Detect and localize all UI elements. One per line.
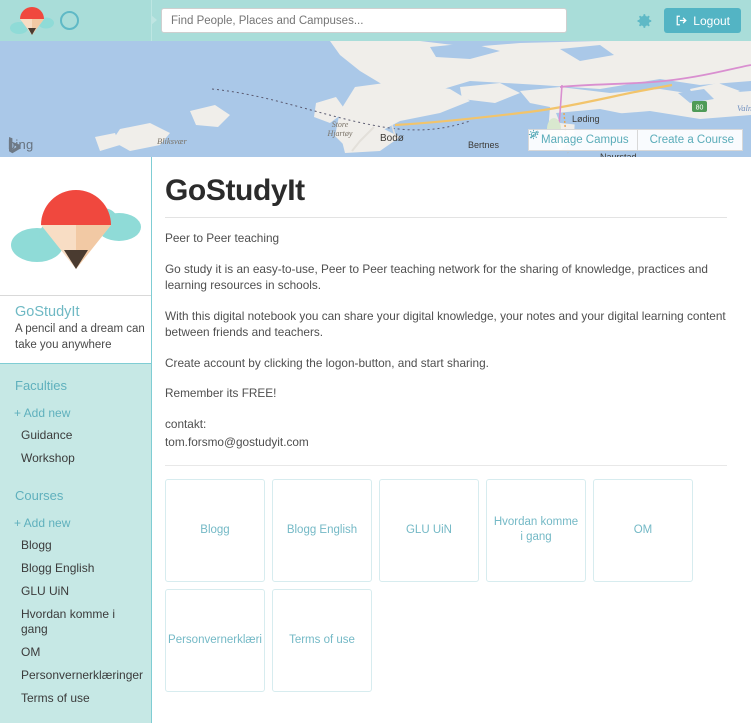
title-divider	[165, 217, 727, 218]
sign-out-icon	[675, 14, 688, 27]
brand-caret-icon	[151, 15, 157, 25]
sidebar-add-faculty[interactable]: + Add new	[0, 406, 151, 420]
manage-campus-label: Manage Campus	[541, 134, 629, 146]
sidebar-add-course[interactable]: + Add new	[0, 516, 151, 530]
contact-block: contakt: tom.forsmo@gostudyit.com	[165, 416, 727, 451]
sidebar-item-om[interactable]: OM	[0, 645, 151, 660]
subtitle-text: Peer to Peer teaching	[165, 231, 280, 245]
sidebar-tagline: A pencil and a dream can take you anywhe…	[15, 323, 145, 351]
create-course-label: Create a Course	[649, 134, 734, 146]
content-divider	[165, 464, 727, 466]
course-card-hvordan-komme-i-gang[interactable]: Hvordan komme i gang	[486, 478, 586, 582]
logout-label: Logout	[693, 13, 730, 28]
sidebar-item-hvordan-komme-i-gang[interactable]: Hvordan komme i gang	[0, 607, 151, 637]
sidebar-title: GoStudyIt	[15, 304, 80, 320]
main-content: GoStudyIt Peer to Peer teaching Go study…	[152, 157, 751, 723]
contact-email[interactable]: tom.forsmo@gostudyit.com	[165, 434, 727, 451]
intro-paragraph-1: Go study it is an easy-to-use, Peer to P…	[165, 261, 708, 293]
search-area	[152, 8, 632, 33]
course-card-grid: Blogg Blogg English GLU UiN Hvordan komm…	[165, 478, 731, 692]
sidebar-section-courses: Courses + Add new Blogg Blogg English GL…	[0, 474, 151, 706]
sidebar-section-faculties: Faculties + Add new Guidance Workshop	[0, 364, 151, 466]
page-body: GoStudyIt A pencil and a dream can take …	[0, 157, 751, 723]
course-card-personvernerklaring[interactable]: Personvernerklæri	[165, 588, 265, 692]
sidebar-item-blogg[interactable]: Blogg	[0, 538, 151, 553]
sidebar-item-guidance[interactable]: Guidance	[0, 428, 151, 443]
campus-map-banner[interactable]: 80 Bliksvær Store Hjartøy Bodø Bertnes L…	[0, 41, 751, 157]
brand-zone	[0, 0, 157, 41]
svg-text:Bodø: Bodø	[380, 133, 404, 144]
course-card-blogg[interactable]: Blogg	[165, 478, 265, 582]
svg-text:Bertnes: Bertnes	[468, 140, 500, 150]
create-course-button[interactable]: Create a Course	[528, 129, 743, 151]
intro-paragraph-2: With this digital notebook you can share…	[165, 308, 726, 340]
pencil-cloud-logo-large-icon	[10, 169, 141, 284]
sidebar-logo-box	[0, 157, 151, 296]
pencil-cloud-logo-icon[interactable]	[10, 3, 54, 39]
sidebar-item-blogg-english[interactable]: Blogg English	[0, 561, 151, 576]
sidebar-item-glu-uin[interactable]: GLU UiN	[0, 584, 151, 599]
search-input[interactable]	[161, 8, 567, 33]
svg-text:Hjartøy: Hjartøy	[327, 129, 353, 138]
intro-paragraph-4: Remember its FREE!	[165, 386, 277, 400]
page-title: GoStudyIt	[165, 174, 305, 207]
svg-text:Løding: Løding	[572, 114, 600, 124]
sidebar-item-workshop[interactable]: Workshop	[0, 451, 151, 466]
intro-paragraph-3: Create account by clicking the logon-but…	[165, 355, 489, 370]
top-navigation-bar: Logout	[0, 0, 751, 41]
course-card-glu-uin[interactable]: GLU UiN	[379, 478, 479, 582]
sidebar-header: GoStudyIt A pencil and a dream can take …	[0, 296, 151, 364]
course-card-blogg-english[interactable]: Blogg English	[272, 478, 372, 582]
avatar-circle-icon[interactable]	[60, 11, 79, 30]
sidebar-item-personvernerklaringer[interactable]: Personvernerklæringer	[0, 668, 151, 683]
svg-text:Bliksvær: Bliksvær	[157, 136, 187, 146]
sidebar-section-title-faculties: Faculties	[15, 378, 68, 393]
sidebar-item-terms-of-use[interactable]: Terms of use	[0, 691, 151, 706]
bing-logo-icon	[9, 137, 20, 154]
sidebar-section-title-courses: Courses	[15, 488, 64, 503]
contact-label: contakt:	[165, 416, 207, 431]
bing-logo[interactable]: bing	[8, 137, 33, 154]
logout-button[interactable]: Logout	[664, 8, 741, 33]
sidebar: GoStudyIt A pencil and a dream can take …	[0, 157, 152, 723]
svg-text:Valn: Valn	[737, 103, 751, 113]
gear-icon[interactable]	[632, 10, 654, 32]
map-action-buttons: Manage Campus Create a Course	[528, 129, 743, 151]
course-card-om[interactable]: OM	[593, 478, 693, 582]
manage-campus-button[interactable]: Manage Campus	[528, 129, 638, 151]
svg-text:Store: Store	[332, 120, 349, 129]
svg-text:80: 80	[696, 105, 704, 112]
course-card-terms-of-use[interactable]: Terms of use	[272, 588, 372, 692]
topbar-actions: Logout	[632, 8, 741, 33]
